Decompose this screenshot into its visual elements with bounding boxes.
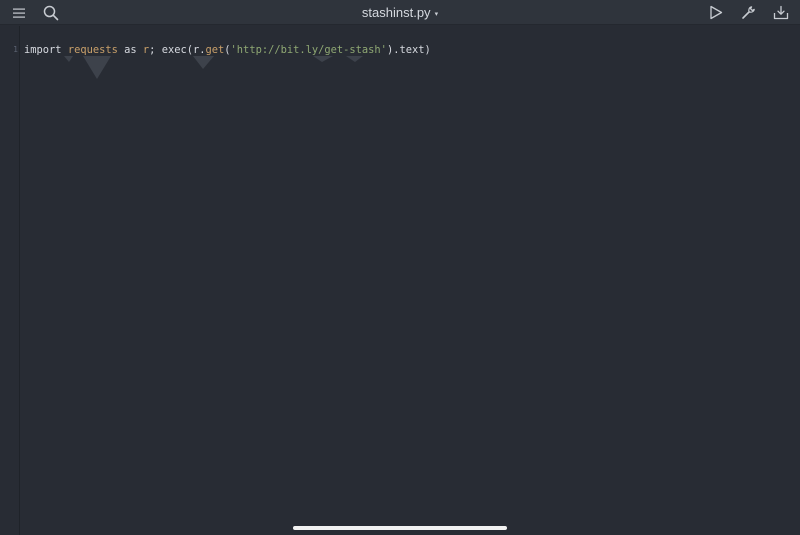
play-icon bbox=[710, 5, 723, 20]
file-title-area: stashinst.py ▾ bbox=[0, 0, 800, 25]
line-gutter: 1 bbox=[0, 26, 20, 535]
wrench-icon bbox=[741, 6, 755, 19]
exec-call: exec( bbox=[161, 44, 193, 56]
request-object: r. bbox=[192, 44, 206, 56]
top-toolbar: stashinst.py ▾ bbox=[0, 0, 800, 25]
hamburger-menu-icon bbox=[13, 8, 25, 18]
module-name: requests bbox=[67, 44, 118, 56]
home-indicator[interactable] bbox=[293, 526, 507, 530]
get-method: get bbox=[205, 44, 225, 56]
semicolon: ; bbox=[149, 44, 156, 56]
file-name-title[interactable]: stashinst.py bbox=[362, 5, 431, 20]
code-editor[interactable]: 1 import requests as r; exec(r.get('http… bbox=[0, 26, 800, 535]
menu-button[interactable] bbox=[6, 0, 32, 25]
import-keyword: import bbox=[24, 44, 62, 56]
title-dropdown-icon[interactable]: ▾ bbox=[435, 10, 439, 18]
close-text-call: ).text) bbox=[386, 44, 431, 56]
code-line-1: import requests as r; exec(r.get('http:/… bbox=[24, 43, 431, 57]
tools-button[interactable] bbox=[736, 0, 760, 25]
share-button[interactable] bbox=[769, 0, 793, 25]
search-button[interactable] bbox=[38, 0, 64, 25]
search-icon bbox=[43, 5, 59, 20]
url-string: 'http://bit.ly/get-stash' bbox=[230, 44, 387, 56]
run-button[interactable] bbox=[704, 0, 728, 25]
download-tray-icon bbox=[773, 5, 789, 20]
as-keyword: as bbox=[124, 44, 137, 56]
